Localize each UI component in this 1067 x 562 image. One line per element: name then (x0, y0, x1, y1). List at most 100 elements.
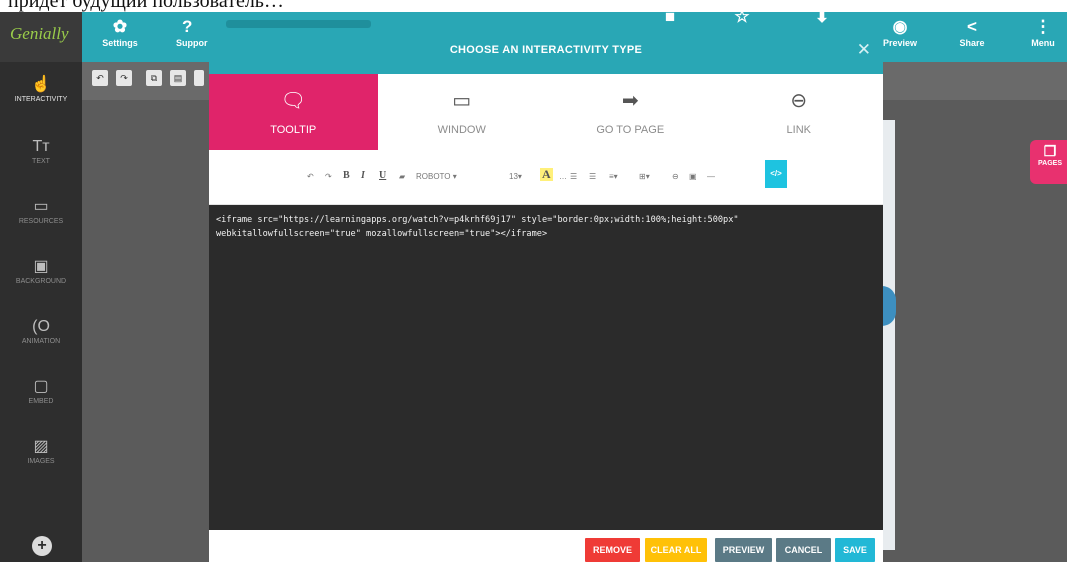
sidebar-label: ANIMATION (21, 338, 61, 345)
left-sidebar: ☝ INTERACTIVITY Tт TEXT ▭ RESOURCES ▣ BA… (0, 62, 82, 562)
document-text: придёт будущий пользователь… (8, 0, 284, 12)
download-button[interactable]: ⬇ (802, 12, 842, 26)
underline-icon[interactable]: U (379, 170, 386, 181)
embed-icon: ▢ (33, 378, 49, 395)
background-icon: ▣ (33, 258, 49, 275)
settings-button[interactable]: ✿ Settings (90, 16, 150, 48)
link-icon: ⊖ (790, 90, 808, 112)
code-view-button[interactable]: </> (765, 160, 787, 188)
pages-label: PAGES (1038, 160, 1062, 167)
sidebar-item-embed[interactable]: ▢ EMBED (0, 376, 82, 405)
sidebar-item-resources[interactable]: ▭ RESOURCES (0, 196, 82, 225)
undo-icon[interactable]: ↶ (92, 70, 108, 86)
insert-image-icon[interactable]: ▣ (689, 172, 697, 181)
resources-icon: ▭ (33, 198, 49, 215)
add-page-icon[interactable]: + (32, 536, 52, 556)
title-field[interactable] (226, 20, 371, 28)
sidebar-label: BACKGROUND (15, 278, 67, 285)
type-label: GO TO PAGE (596, 124, 665, 136)
italic-icon[interactable]: I (361, 170, 365, 181)
type-go-to-page[interactable]: ➡ GO TO PAGE (546, 74, 715, 150)
sidebar-label: INTERACTIVITY (14, 96, 68, 103)
table-icon[interactable]: ⊞▾ (639, 172, 650, 181)
logo-text: Genially (10, 24, 69, 43)
pages-icon: ❐ (1043, 143, 1057, 159)
remove-button[interactable]: REMOVE (585, 538, 640, 562)
slide-edge (883, 120, 895, 550)
sidebar-item-animation[interactable]: (O ANIMATION (0, 316, 82, 345)
redo-icon[interactable]: ↷ (116, 70, 132, 86)
interactivity-types: 🗨 TOOLTIP ▭ WINDOW ➡ GO TO PAGE ⊖ LINK (209, 74, 883, 153)
type-window[interactable]: ▭ WINDOW (377, 74, 546, 150)
save-icon: ■ (664, 12, 676, 26)
menu-label: Menu (1031, 38, 1055, 48)
cancel-button[interactable]: CANCEL (776, 538, 831, 562)
font-size-select[interactable]: 13▾ (509, 172, 522, 181)
arrow-right-icon: ➡ (621, 90, 639, 112)
star-button[interactable]: ☆ (722, 12, 762, 26)
sidebar-item-text[interactable]: Tт TEXT (0, 136, 82, 165)
star-icon: ☆ (734, 12, 750, 26)
question-icon: ? (182, 17, 193, 36)
paste-icon[interactable]: ▤ (170, 70, 186, 86)
document-text-line: придёт будущий пользователь… (0, 0, 1067, 12)
code-editor[interactable]: <iframe src="https://learningapps.org/wa… (209, 205, 883, 530)
sidebar-item-interactivity[interactable]: ☝ INTERACTIVITY (0, 74, 82, 103)
type-tooltip[interactable]: 🗨 TOOLTIP (209, 74, 378, 153)
undo-format-icon[interactable]: ↶ (307, 172, 314, 181)
sidebar-label: TEXT (32, 158, 50, 165)
close-icon[interactable]: ✕ (857, 40, 871, 60)
more-icon[interactable]: … (559, 172, 567, 181)
format-toolbar: ↶ ↷ B I U ▰ ROBOTO ▾ 13▾ A … ☰ ☰ ≡▾ ⊞▾ ⊖… (209, 150, 883, 205)
sidebar-item-images[interactable]: ▨ IMAGES (0, 436, 82, 465)
ordered-list-icon[interactable]: ☰ (570, 172, 577, 181)
sidebar-label: IMAGES (27, 458, 55, 465)
highlight-icon[interactable]: A (540, 168, 553, 181)
pages-button[interactable]: ❐ PAGES (1030, 140, 1067, 184)
preview-button[interactable]: PREVIEW (715, 538, 772, 562)
share-button[interactable]: < Share (942, 16, 1002, 48)
font-select[interactable]: ROBOTO ▾ (416, 172, 457, 181)
support-button[interactable]: ? Suppor (162, 16, 212, 48)
download-icon: ⬇ (814, 12, 830, 26)
modal-header: CHOOSE AN INTERACTIVITY TYPE ✕ (209, 28, 883, 74)
type-link[interactable]: ⊖ LINK (714, 74, 883, 150)
clear-all-button[interactable]: CLEAR ALL (645, 538, 707, 562)
preview-top-label: Preview (882, 38, 918, 48)
type-label: WINDOW (437, 124, 486, 136)
modal-footer: REMOVE CLEAR ALL PREVIEW CANCEL SAVE (209, 530, 883, 562)
bullet-list-icon[interactable]: ☰ (589, 172, 596, 181)
modal-title: CHOOSE AN INTERACTIVITY TYPE (449, 44, 643, 56)
genially-editor: Genially ✿ Settings ? Suppor ■ ☆ ⬇ ◉ Pre… (0, 12, 1067, 562)
settings-label: Settings (102, 38, 138, 48)
vertical-dots-icon: ⋮ (1034, 17, 1052, 36)
horizontal-rule-icon[interactable]: — (707, 172, 715, 181)
support-label: Suppor (176, 38, 208, 48)
eraser-icon[interactable]: ▰ (399, 172, 405, 181)
genially-logo[interactable]: Genially (0, 12, 82, 62)
insert-link-icon[interactable]: ⊖ (672, 172, 679, 181)
tooltip-icon: 🗨 (280, 90, 306, 112)
interactivity-modal: CHOOSE AN INTERACTIVITY TYPE ✕ 🗨 TOOLTIP… (209, 28, 883, 562)
save-project-button[interactable]: ■ (650, 12, 690, 26)
images-icon: ▨ (33, 438, 49, 455)
redo-format-icon[interactable]: ↷ (325, 172, 332, 181)
animation-icon: (O (32, 318, 50, 335)
share-icon: < (967, 17, 977, 36)
save-button[interactable]: SAVE (835, 538, 875, 562)
sidebar-item-background[interactable]: ▣ BACKGROUND (0, 256, 82, 285)
text-icon: Tт (32, 138, 50, 155)
type-label: TOOLTIP (270, 124, 317, 136)
align-icon[interactable]: ≡▾ (609, 172, 618, 181)
tool-icon[interactable] (194, 70, 204, 86)
copy-icon[interactable]: ⧉ (146, 70, 162, 86)
sidebar-label: RESOURCES (18, 218, 64, 225)
code-content[interactable]: <iframe src="https://learningapps.org/wa… (216, 213, 876, 241)
sidebar-label: EMBED (28, 398, 54, 405)
share-label: Share (959, 38, 985, 48)
window-icon: ▭ (452, 90, 472, 112)
bold-icon[interactable]: B (343, 170, 350, 181)
menu-button[interactable]: ⋮ Menu (1018, 16, 1067, 48)
gear-icon: ✿ (112, 17, 128, 36)
hand-pointer-icon: ☝ (31, 76, 51, 93)
